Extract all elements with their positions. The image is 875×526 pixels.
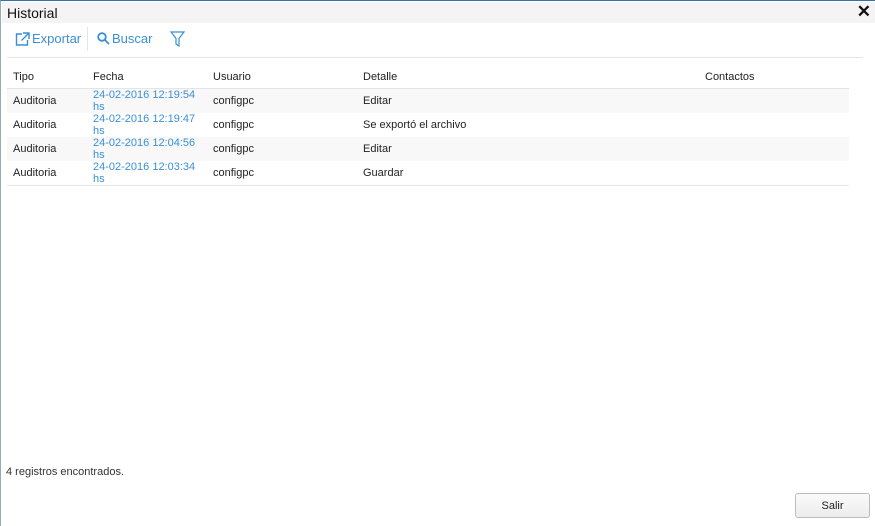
title-bar: Historial ✕ — [2, 2, 875, 23]
record-count: 4 registros encontrados. — [6, 466, 125, 478]
toolbar: Exportar Buscar — [7, 23, 863, 58]
col-usuario[interactable]: Usuario — [207, 67, 357, 89]
col-tipo[interactable]: Tipo — [7, 67, 87, 89]
export-button[interactable]: Exportar — [15, 31, 81, 46]
cell-usuario: configpc — [207, 136, 357, 161]
toolbar-divider — [87, 27, 88, 51]
cell-contactos — [699, 113, 849, 137]
search-icon — [97, 32, 110, 45]
historial-dialog: Historial ✕ Exportar Buscar Tipo Fecha U… — [0, 0, 875, 526]
table-row[interactable]: Auditoria 24-02-2016 12:04:56 hs configpc E… — [7, 136, 849, 161]
cell-detalle: Guardar — [357, 160, 699, 186]
cell-detalle: Se exportó el archivo — [363, 118, 467, 131]
table-row[interactable]: Auditoria 24-02-2016 12:03:34 hs configpc G… — [7, 160, 849, 186]
cell-tipo: Auditoria — [7, 160, 87, 186]
cell-contactos — [699, 160, 849, 186]
export-label: Exportar — [32, 31, 82, 46]
col-contactos[interactable]: Contactos — [699, 67, 849, 89]
filter-button[interactable] — [170, 31, 185, 47]
cell-fecha-link[interactable]: 24-02-2016 12:03:34 hs — [87, 160, 207, 186]
cell-contactos — [699, 88, 849, 113]
cell-detalle: Editar — [357, 88, 699, 113]
cell-detalle: Editar — [357, 136, 699, 161]
table-header: Tipo Fecha Usuario Detalle Contactos — [7, 67, 849, 89]
cell-usuario: configpc — [213, 118, 254, 131]
close-icon[interactable]: ✕ — [857, 2, 871, 22]
cell-contactos — [699, 136, 849, 161]
table-row[interactable]: Auditoria 24-02-2016 12:19:54 hs configpc E… — [7, 88, 849, 113]
search-label: Buscar — [112, 31, 153, 46]
filter-icon — [170, 31, 185, 47]
col-fecha[interactable]: Fecha — [87, 67, 207, 89]
cell-usuario: configpc — [207, 88, 357, 113]
exit-button[interactable]: Salir — [795, 493, 870, 518]
cell-tipo: Auditoria — [7, 88, 87, 113]
table-row[interactable]: Auditoria 24-02-2016 12:19:47 hs configpc S… — [7, 113, 849, 137]
search-button[interactable]: Buscar — [97, 31, 152, 46]
external-link-icon — [15, 31, 30, 46]
cell-tipo: Auditoria — [7, 136, 87, 161]
cell-fecha-link[interactable]: 24-02-2016 12:19:54 hs — [87, 88, 207, 113]
col-detalle[interactable]: Detalle — [357, 67, 699, 89]
cell-usuario: configpc — [207, 160, 357, 186]
cell-fecha-link[interactable]: 24-02-2016 12:04:56 hs — [87, 136, 207, 161]
cell-tipo: Auditoria — [13, 118, 57, 131]
history-table: Tipo Fecha Usuario Detalle Contactos Aud… — [7, 67, 849, 186]
cell-fecha-link[interactable]: 24-02-2016 12:19:47 hs — [87, 113, 207, 137]
dialog-title: Historial — [7, 5, 58, 21]
